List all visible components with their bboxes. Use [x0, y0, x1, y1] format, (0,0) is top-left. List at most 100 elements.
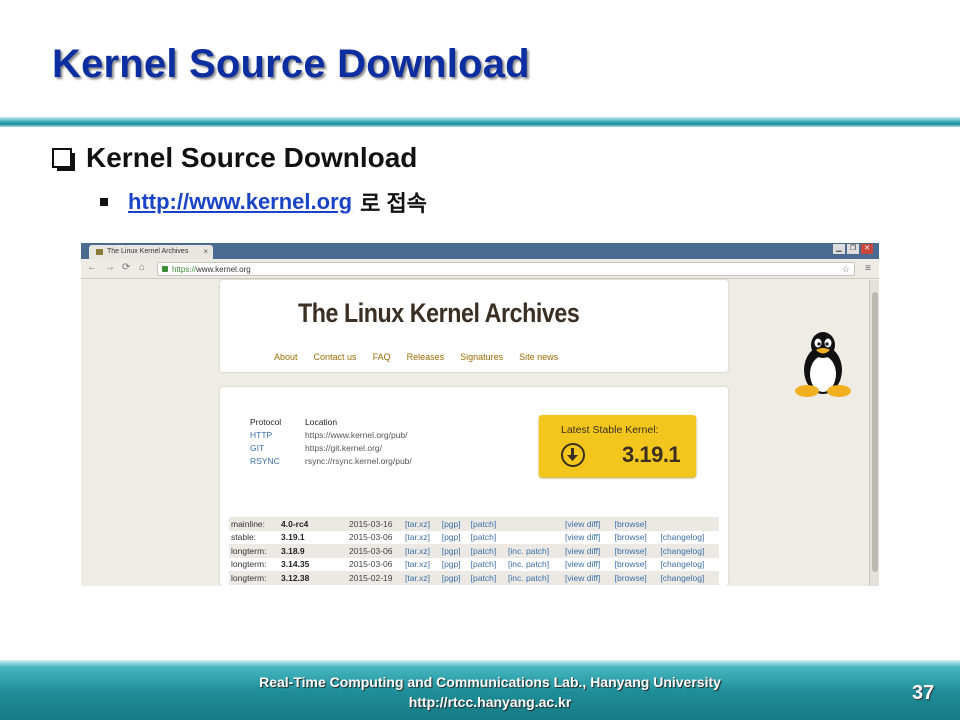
protocol-header: Protocol	[250, 417, 282, 427]
pgp-link[interactable]: [pgp]	[440, 558, 469, 572]
view-diff-link[interactable]: [view diff]	[563, 544, 613, 558]
site-nav: About Contact us FAQ Releases Signatures…	[274, 352, 558, 362]
changelog-link[interactable]: [changelog]	[658, 544, 719, 558]
release-version: 3.18.9	[279, 544, 347, 558]
pgp-link[interactable]: [pgp]	[439, 517, 469, 531]
nav-about[interactable]: About	[274, 352, 298, 362]
browse-link[interactable]: [browse]	[612, 544, 659, 558]
stable-version: 3.19.1	[622, 442, 681, 467]
kernel-org-link[interactable]: http://www.kernel.org	[128, 189, 352, 215]
protocol-header-row: Protocol Location	[250, 417, 412, 430]
location-git[interactable]: https://git.kernel.org/	[305, 443, 382, 456]
square-bullet-icon	[100, 198, 108, 206]
nav-contact[interactable]: Contact us	[314, 352, 357, 362]
tarxz-link[interactable]: [tar.xz]	[403, 571, 440, 585]
tarxz-link[interactable]: [tar.xz]	[403, 544, 440, 558]
scrollbar-thumb[interactable]	[872, 292, 878, 572]
minimize-icon[interactable]: ▁	[833, 244, 845, 254]
footer-url: http://rtcc.hanyang.ac.kr	[408, 694, 572, 710]
forward-arrow-icon[interactable]: →	[105, 262, 115, 273]
view-diff-link[interactable]: [view diff]	[563, 517, 613, 531]
slide-footer: Real-Time Computing and Communications L…	[0, 660, 960, 720]
release-kind: longterm:	[231, 559, 267, 570]
nav-faq[interactable]: FAQ	[373, 352, 391, 362]
protocol-row: HTTP https://www.kernel.org/pub/	[250, 430, 412, 443]
close-window-icon[interactable]: ✕	[861, 244, 873, 254]
bullet-sub: http://www.kernel.org 로 접속	[100, 186, 427, 218]
menu-icon[interactable]: ≡	[865, 263, 871, 274]
protocol-rsync[interactable]: RSYNC	[250, 456, 305, 469]
bullet-sub-suffix: 로 접속	[360, 191, 427, 216]
nav-signatures[interactable]: Signatures	[460, 352, 503, 362]
changelog-link[interactable]: [changelog]	[658, 558, 719, 572]
footer-lab-name: Real-Time Computing and Communications L…	[259, 674, 721, 690]
tab-close-icon[interactable]: ×	[203, 247, 208, 256]
box-bullet-icon	[52, 148, 75, 171]
release-kind: stable:	[231, 532, 257, 543]
changelog-link[interactable]: [changelog]	[658, 571, 719, 585]
tab-title: The Linux Kernel Archives	[107, 248, 189, 255]
home-icon[interactable]: ⌂	[139, 262, 145, 273]
table-row: longterm: 3.12.38 2015-02-19 [tar.xz] [pgp][…	[229, 571, 719, 585]
url-host: www.kernel.org	[196, 265, 251, 274]
browser-tab[interactable]: The Linux Kernel Archives ×	[89, 245, 213, 259]
browse-link[interactable]: [browse]	[613, 558, 659, 572]
view-diff-link[interactable]: [view diff]	[563, 571, 613, 585]
table-row: stable: 3.19.1 2015-03-06 [tar.xz] [pgp] [pat…	[229, 531, 719, 545]
browser-toolbar: ← → ⟳ ⌂ https://www.kernel.org ☆ ≡	[81, 259, 879, 279]
patch-link[interactable]: [patch]	[468, 517, 506, 531]
tarxz-link[interactable]: [tar.xz]	[403, 558, 440, 572]
reload-icon[interactable]: ⟳	[122, 262, 130, 273]
release-version: 3.19.1	[281, 532, 305, 543]
patch-link[interactable]: [patch]	[469, 531, 506, 545]
table-row: mainline: 4.0-rc4 2015-03-16 [tar.xz] [pgp][…	[229, 517, 719, 531]
tarxz-link[interactable]: [tar.xz]	[403, 517, 440, 531]
stable-label: Latest Stable Kernel:	[561, 424, 659, 436]
protocol-git[interactable]: GIT	[250, 443, 305, 456]
location-header: Location	[305, 417, 338, 427]
back-arrow-icon[interactable]: ←	[87, 262, 97, 273]
protocol-http[interactable]: HTTP	[250, 430, 305, 443]
nav-releases[interactable]: Releases	[407, 352, 445, 362]
pgp-link[interactable]: [pgp]	[440, 531, 469, 545]
release-date: 2015-03-06	[349, 559, 393, 570]
inc-patch-link[interactable]: [inc. patch]	[506, 571, 564, 585]
view-diff-link[interactable]: [view diff]	[563, 558, 613, 572]
inc-patch-link[interactable]: [inc. patch]	[506, 558, 563, 572]
bullet-main-text: Kernel Source Download	[86, 142, 418, 173]
latest-stable-kernel-button[interactable]: Latest Stable Kernel: 3.19.1	[539, 415, 696, 477]
release-kind: longterm:	[229, 571, 279, 585]
pgp-link[interactable]: [pgp]	[439, 544, 469, 558]
location-rsync[interactable]: rsync://rsync.kernel.org/pub/	[305, 456, 412, 469]
patch-link[interactable]: [patch]	[468, 544, 506, 558]
location-http[interactable]: https://www.kernel.org/pub/	[305, 430, 408, 443]
browse-link[interactable]: [browse]	[612, 571, 659, 585]
page-scrollbar[interactable]	[869, 280, 879, 586]
tarxz-link[interactable]: [tar.xz]	[403, 531, 440, 545]
browser-screenshot: The Linux Kernel Archives × ▁ ❐ ✕ ← → ⟳ …	[81, 243, 879, 586]
inc-patch-link[interactable]: [inc. patch]	[506, 544, 564, 558]
view-diff-link[interactable]: [view diff]	[563, 531, 613, 545]
patch-link[interactable]: [patch]	[468, 571, 506, 585]
inc-patch-link[interactable]	[506, 531, 563, 545]
patch-link[interactable]: [patch]	[469, 558, 506, 572]
release-kind: mainline:	[229, 517, 279, 531]
browse-link[interactable]: [browse]	[613, 531, 659, 545]
pgp-link[interactable]: [pgp]	[439, 571, 469, 585]
slide-title: Kernel Source Download	[52, 42, 530, 86]
browse-link[interactable]: [browse]	[612, 517, 659, 531]
address-bar[interactable]: https://www.kernel.org ☆	[157, 262, 855, 276]
restore-icon[interactable]: ❐	[847, 244, 859, 254]
bookmark-star-icon[interactable]: ☆	[842, 264, 850, 275]
inc-patch-link[interactable]	[506, 517, 564, 531]
url-scheme: https://	[172, 265, 197, 274]
release-version: 4.0-rc4	[279, 517, 347, 531]
download-icon	[561, 443, 585, 467]
window-controls: ▁ ❐ ✕	[833, 244, 873, 254]
release-date: 2015-03-06	[347, 544, 403, 558]
changelog-link[interactable]: [changelog]	[658, 531, 719, 545]
tab-bar: The Linux Kernel Archives × ▁ ❐ ✕	[81, 243, 879, 259]
release-version: 3.12.38	[279, 571, 347, 585]
nav-site-news[interactable]: Site news	[519, 352, 558, 362]
changelog-link[interactable]	[658, 517, 719, 531]
